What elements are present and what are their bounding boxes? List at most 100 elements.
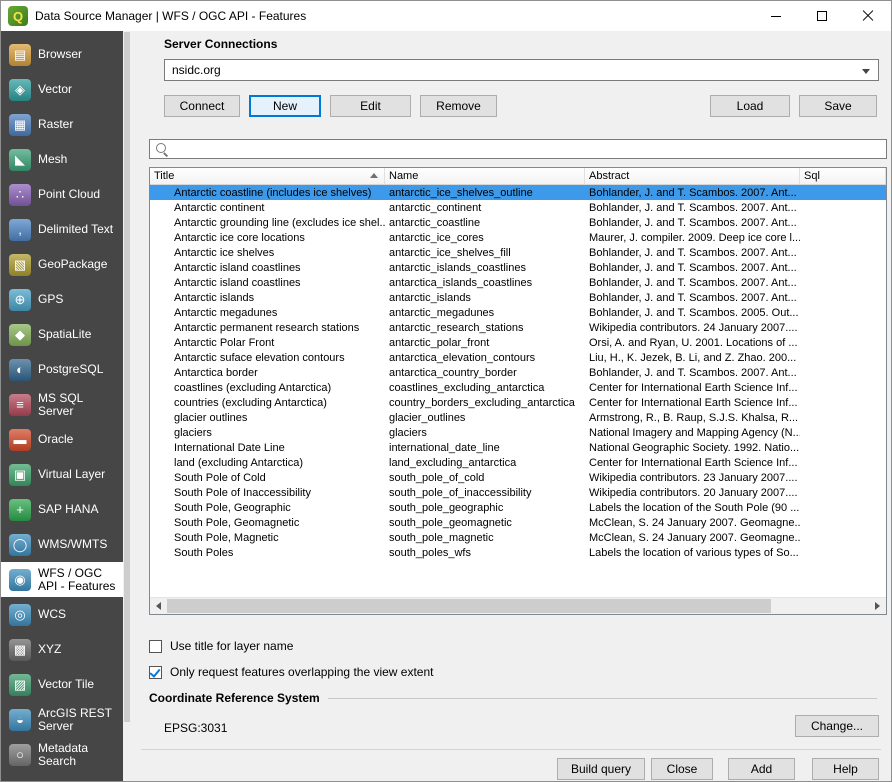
table-row[interactable]: Antarctic island coastlinesantarctica_is… [150, 275, 886, 290]
table-row[interactable]: coastlines (excluding Antarctica)coastli… [150, 380, 886, 395]
sidebar-scrollbar-thumb[interactable] [124, 32, 130, 722]
table-row[interactable]: South Pole, Geomagneticsouth_pole_geomag… [150, 515, 886, 530]
title-bar: Q Data Source Manager | WFS / OGC API - … [1, 1, 891, 31]
sidebar-item-point-cloud[interactable]: ∴Point Cloud [1, 177, 131, 212]
wfs-globe-icon: ◉ [9, 569, 31, 591]
sidebar-item-browser[interactable]: ▤Browser [1, 37, 131, 72]
minimize-button[interactable] [753, 1, 799, 31]
sidebar-item-vector-tile[interactable]: ▨Vector Tile [1, 667, 131, 702]
buttons-spacer [506, 95, 701, 117]
crs-change-button[interactable]: Change... [795, 715, 879, 737]
oracle-db-icon: ▬ [9, 429, 31, 451]
maximize-button[interactable] [799, 1, 845, 31]
sidebar-item-mesh[interactable]: ◣Mesh [1, 142, 131, 177]
sidebar-item-wcs[interactable]: ◎WCS [1, 597, 131, 632]
cell-abstract: National Geographic Society. 1992. Natio… [585, 442, 800, 454]
vector-layer-icon: ◈ [9, 79, 31, 101]
sidebar-item-arcgis-rest[interactable]: ◒ArcGIS REST Server [1, 702, 131, 737]
new-button[interactable]: New [249, 95, 321, 117]
table-horizontal-scrollbar[interactable] [150, 597, 886, 614]
postgresql-icon: ◐ [9, 359, 31, 381]
sidebar-item-wfs[interactable]: ◉WFS / OGC API - Features [1, 562, 131, 597]
column-header-title[interactable]: Title [150, 168, 385, 185]
table-row[interactable]: land (excluding Antarctica)land_excludin… [150, 455, 886, 470]
load-button[interactable]: Load [710, 95, 790, 117]
sidebar-item-virtual-layer[interactable]: ▣Virtual Layer [1, 457, 131, 492]
cell-name: antarctica_elevation_contours [385, 352, 585, 364]
sidebar-item-postgresql[interactable]: ◐PostgreSQL [1, 352, 131, 387]
sidebar-item-raster[interactable]: ▦Raster [1, 107, 131, 142]
cell-name: antarctica_islands_coastlines [385, 277, 585, 289]
sidebar-scrollbar[interactable] [123, 31, 131, 781]
table-row[interactable]: Antarctic continentantarctic_continentBo… [150, 200, 886, 215]
remove-button[interactable]: Remove [420, 95, 497, 117]
help-button[interactable]: Help [812, 758, 879, 780]
sidebar-item-gps[interactable]: ⊕GPS [1, 282, 131, 317]
connection-select[interactable]: nsidc.org [164, 59, 879, 81]
checkbox-box [149, 640, 162, 653]
table-row[interactable]: glacier outlinesglacier_outlinesArmstron… [150, 410, 886, 425]
sidebar-item-vector[interactable]: ◈Vector [1, 72, 131, 107]
titlebar-close-button[interactable] [845, 1, 891, 31]
add-button[interactable]: Add [728, 758, 795, 780]
table-row[interactable]: South Pole, Geographicsouth_pole_geograp… [150, 500, 886, 515]
table-row[interactable]: Antarctic suface elevation contoursantar… [150, 350, 886, 365]
layer-table: Title Name Abstract Sql Antarctic coastl… [149, 167, 887, 615]
scrollbar-thumb[interactable] [167, 599, 771, 613]
table-row[interactable]: Antarctic grounding line (excludes ice s… [150, 215, 886, 230]
sidebar-item-geopackage[interactable]: ▧GeoPackage [1, 247, 131, 282]
table-row[interactable]: Antarctic coastline (includes ice shelve… [150, 185, 886, 200]
cell-abstract: Bohlander, J. and T. Scambos. 2005. Out.… [585, 307, 800, 319]
table-row[interactable]: Antarctic megadunesantarctic_megadunesBo… [150, 305, 886, 320]
sidebar-item-mssql[interactable]: ≡MS SQL Server [1, 387, 131, 422]
cell-abstract: Wikipedia contributors. 24 January 2007.… [585, 322, 800, 334]
table-row[interactable]: South Pole, Magneticsouth_pole_magneticM… [150, 530, 886, 545]
column-header-sql[interactable]: Sql [800, 168, 886, 185]
connect-button[interactable]: Connect [164, 95, 240, 117]
sidebar-item-metadata-search[interactable]: ○Metadata Search [1, 737, 131, 772]
sidebar-item-wms-wmts[interactable]: ◯WMS/WMTS [1, 527, 131, 562]
sidebar-item-label: MS SQL Server [38, 392, 121, 418]
column-header-abstract[interactable]: Abstract [585, 168, 800, 185]
table-row[interactable]: countries (excluding Antarctica)country_… [150, 395, 886, 410]
crs-section-divider [328, 698, 877, 699]
cell-name: south_pole_of_cold [385, 472, 585, 484]
cell-abstract: Bohlander, J. and T. Scambos. 2007. Ant.… [585, 247, 800, 259]
edit-button[interactable]: Edit [330, 95, 411, 117]
table-row[interactable]: South Polessouth_poles_wfsLabels the loc… [150, 545, 886, 560]
table-row[interactable]: Antarctic ice shelvesantarctic_ice_shelv… [150, 245, 886, 260]
table-row[interactable]: Antarctic Polar Frontantarctic_polar_fro… [150, 335, 886, 350]
build-query-button[interactable]: Build query [557, 758, 645, 780]
close-button[interactable]: Close [651, 758, 713, 780]
sidebar-item-oracle[interactable]: ▬Oracle [1, 422, 131, 457]
overlap-extent-checkbox[interactable]: Only request features overlapping the vi… [149, 665, 433, 679]
filter-input[interactable] [169, 140, 886, 158]
sidebar-item-label: Delimited Text [38, 223, 113, 236]
column-header-name[interactable]: Name [385, 168, 585, 185]
save-button[interactable]: Save [799, 95, 877, 117]
chevron-down-icon [862, 69, 870, 74]
table-row[interactable]: Antarctica borderantarctica_country_bord… [150, 365, 886, 380]
table-row[interactable]: South Pole of Coldsouth_pole_of_coldWiki… [150, 470, 886, 485]
metadata-search-icon: ○ [9, 744, 31, 766]
table-row[interactable]: Antarctic island coastlinesantarctic_isl… [150, 260, 886, 275]
cell-title: South Pole, Geomagnetic [150, 517, 385, 529]
sidebar-item-delimited-text[interactable]: ,Delimited Text [1, 212, 131, 247]
table-row[interactable]: Antarctic islandsantarctic_islandsBohlan… [150, 290, 886, 305]
table-row[interactable]: International Date Lineinternational_dat… [150, 440, 886, 455]
use-title-checkbox[interactable]: Use title for layer name [149, 639, 293, 653]
sidebar-item-spatialite[interactable]: ◆SpatiaLite [1, 317, 131, 352]
scroll-left-button[interactable] [150, 598, 167, 614]
sidebar-item-sap-hana[interactable]: +SAP HANA [1, 492, 131, 527]
scrollbar-track[interactable] [167, 598, 869, 614]
table-row[interactable]: Antarctic permanent research stationsant… [150, 320, 886, 335]
cell-abstract: Center for International Earth Science I… [585, 397, 800, 409]
table-row[interactable]: Antarctic ice core locationsantarctic_ic… [150, 230, 886, 245]
table-row[interactable]: glaciersglaciersNational Imagery and Map… [150, 425, 886, 440]
cell-abstract: Maurer, J. compiler. 2009. Deep ice core… [585, 232, 800, 244]
sidebar-item-xyz[interactable]: ▩XYZ [1, 632, 131, 667]
table-row[interactable]: South Pole of Inaccessibilitysouth_pole_… [150, 485, 886, 500]
crs-value: EPSG:3031 [164, 721, 227, 735]
sidebar-item-label: GPS [38, 293, 63, 306]
scroll-right-button[interactable] [869, 598, 886, 614]
